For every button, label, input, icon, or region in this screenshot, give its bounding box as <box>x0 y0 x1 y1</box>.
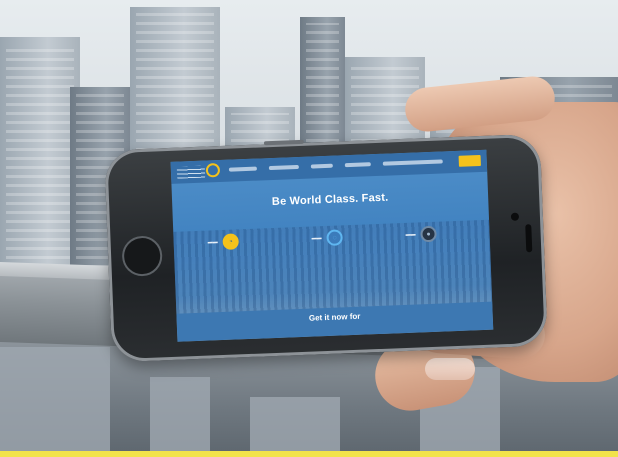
feature-icon: ◔ <box>222 233 239 250</box>
nav-cta-button[interactable] <box>458 154 481 167</box>
hero-title: Be World Class. Fast. <box>271 191 389 209</box>
feature-item: ▬▬ ◔ <box>207 233 239 250</box>
home-button <box>121 235 163 277</box>
earpiece <box>525 224 533 253</box>
site-logo[interactable] <box>176 163 222 181</box>
feature-icon: ● <box>420 225 437 243</box>
nav-link[interactable] <box>228 166 257 172</box>
feature-item: ▬▬ ● <box>405 225 437 243</box>
nav-link[interactable] <box>382 159 443 166</box>
nav-links <box>228 159 443 172</box>
volume-button <box>263 139 304 146</box>
feature-item: ▬▬ ◌ <box>311 229 343 246</box>
nav-link[interactable] <box>344 162 371 168</box>
feature-label: ▬▬ <box>405 231 416 238</box>
nav-link[interactable] <box>310 163 333 169</box>
nav-link[interactable] <box>268 164 299 171</box>
site-nav <box>170 149 488 184</box>
photo-scene: Be World Class. Fast. ▬▬ ◔ ▬▬ ◌ ▬▬ ● Get… <box>0 0 618 457</box>
feature-label: ▬▬ <box>311 235 322 242</box>
feature-label: ▬▬ <box>207 239 218 246</box>
camera-icon <box>510 212 520 221</box>
bottom-strip <box>0 451 618 457</box>
smartphone: Be World Class. Fast. ▬▬ ◔ ▬▬ ◌ ▬▬ ● Get… <box>104 133 548 363</box>
logo-badge-icon <box>205 163 221 178</box>
phone-screen: Be World Class. Fast. ▬▬ ◔ ▬▬ ◌ ▬▬ ● Get… <box>170 149 494 342</box>
feature-icon: ◌ <box>326 229 343 246</box>
